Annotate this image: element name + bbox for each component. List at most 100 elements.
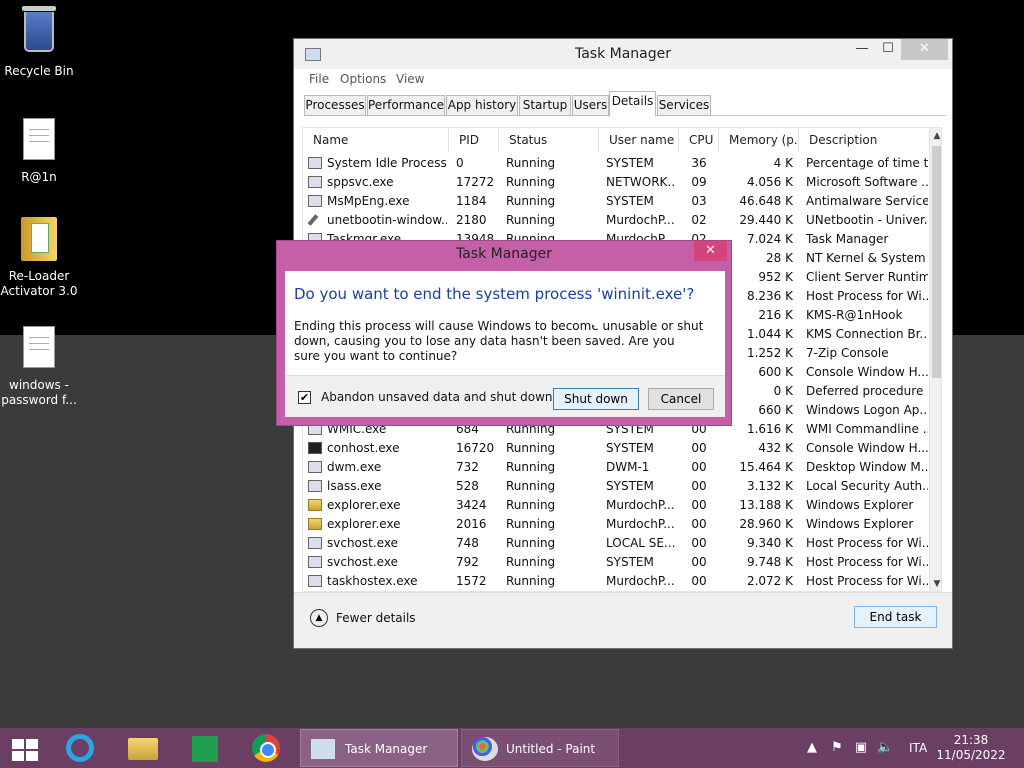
system-clock[interactable]: 21:38 11/05/2022 (936, 733, 1006, 763)
cell-name: MsMpEng.exe (327, 194, 410, 208)
cell-pid: 732 (456, 460, 479, 474)
taskbar-file-explorer[interactable] (114, 732, 168, 764)
chevron-up-icon[interactable]: ▲ (310, 609, 328, 627)
cell-status: Running (506, 517, 556, 531)
table-row[interactable]: explorer.exe 2016 Running MurdochP... 00 28.9… (303, 515, 929, 534)
task-manager-icon (311, 739, 335, 759)
table-row[interactable]: taskhostex.exe 1572 Running MurdochP... 00 2.… (303, 572, 929, 591)
table-row[interactable]: lsass.exe 528 Running SYSTEM 00 3.132 K Local … (303, 477, 929, 496)
dialog-close-button[interactable]: ✕ (694, 241, 727, 261)
desktop-icon-label: Re-Loader Activator 3.0 (0, 269, 78, 298)
cell-desc: Host Process for Wi... (806, 555, 928, 569)
cell-cpu: 36 (691, 156, 707, 170)
table-row[interactable]: dwm.exe 732 Running DWM-1 00 15.464 K Desktop … (303, 458, 929, 477)
dialog-body: Do you want to end the system process 'w… (285, 271, 725, 417)
menu-options[interactable]: Options (340, 72, 386, 86)
table-row[interactable]: svchost.exe 748 Running LOCAL SE... 00 9.340 … (303, 534, 929, 553)
cell-mem: 13.188 K (739, 498, 793, 512)
tab-services[interactable]: Services (657, 95, 711, 116)
cell-mem: 2.072 K (746, 574, 793, 588)
cell-pid: 16720 (456, 441, 495, 455)
scroll-thumb[interactable] (932, 146, 941, 378)
column-header-description[interactable]: Description (799, 128, 929, 152)
cell-pid: 3424 (456, 498, 487, 512)
tab-details[interactable]: Details (609, 91, 656, 117)
cell-desc: KMS-R@1nHook (806, 308, 903, 322)
taskbar-store[interactable] (176, 732, 230, 764)
scroll-up-arrow-icon[interactable]: ▲ (930, 129, 941, 143)
cell-user: SYSTEM (606, 555, 654, 569)
desktop-icon-recycle-bin[interactable]: Recycle Bin (0, 6, 78, 79)
table-row[interactable]: System Idle Process 0 Running SYSTEM 36 4 K Pe… (303, 154, 929, 173)
clock-time: 21:38 (953, 733, 989, 747)
input-language[interactable]: ITA (909, 728, 927, 768)
chrome-icon (252, 734, 280, 762)
action-center-flag-icon[interactable]: ⚑ (829, 740, 845, 756)
tab-performance[interactable]: Performance (367, 95, 445, 116)
abandon-data-checkbox[interactable]: ✔ (298, 391, 311, 404)
desktop-icon-label: windows - password f... (1, 378, 77, 407)
desktop-icon-r1n[interactable]: R@1n (0, 115, 78, 185)
cell-name: conhost.exe (327, 441, 400, 455)
process-window-icon (308, 195, 322, 207)
tab-processes[interactable]: Processes (304, 95, 366, 116)
tab-app-history[interactable]: App history (446, 95, 518, 116)
show-hidden-icons-chevron-icon[interactable]: ▲ (804, 740, 820, 756)
cell-mem: 4.056 K (746, 175, 793, 189)
table-row[interactable]: svchost.exe 792 Running SYSTEM 00 9.748 K Host… (303, 553, 929, 572)
fewer-details-link[interactable]: Fewer details (336, 611, 416, 625)
table-row[interactable]: explorer.exe 3424 Running MurdochP... 00 13.1… (303, 496, 929, 515)
title-bar[interactable]: Task Manager — ☐ ✕ (294, 39, 952, 69)
desktop-icon-windows-password[interactable]: windows - password f... (0, 323, 78, 408)
tab-users[interactable]: Users (572, 95, 609, 116)
shut-down-button[interactable]: Shut down (553, 388, 639, 410)
cell-cpu: 00 (691, 555, 707, 569)
volume-muted-icon[interactable]: 🔈 (877, 740, 893, 756)
cell-user: MurdochP... (606, 213, 675, 227)
recycle-bin-icon (19, 6, 59, 60)
desktop-icon-reloader[interactable]: Re-Loader Activator 3.0 (0, 215, 78, 299)
cell-name: unetbootin-window... (327, 213, 447, 227)
process-window-icon (308, 157, 322, 169)
menu-file[interactable]: File (309, 72, 329, 86)
network-icon[interactable]: ▣ (853, 740, 869, 756)
cell-name: taskhostex.exe (327, 574, 418, 588)
tab-strip: Processes Performance App history Startu… (304, 91, 946, 117)
table-row[interactable]: conhost.exe 16720 Running SYSTEM 00 432 K Cons… (303, 439, 929, 458)
table-row[interactable]: unetbootin-window... 2180 Running MurdochP.… (303, 211, 929, 230)
cell-desc: Deferred procedure ... (806, 384, 928, 398)
scroll-down-arrow-icon[interactable]: ▼ (930, 577, 941, 591)
cell-pid: 1572 (456, 574, 487, 588)
abandon-data-label[interactable]: Abandon unsaved data and shut down. (321, 390, 556, 404)
cell-desc: Percentage of time t... (806, 156, 928, 170)
cell-user: LOCAL SE... (606, 536, 676, 550)
column-header-memory[interactable]: Memory (p... (719, 128, 799, 152)
cell-name: svchost.exe (327, 555, 398, 569)
column-header-status[interactable]: Status (499, 128, 599, 152)
tab-startup[interactable]: Startup (519, 95, 571, 116)
column-header-user-name[interactable]: User name (599, 128, 679, 152)
cell-status: Running (506, 555, 556, 569)
end-task-button[interactable]: End task (854, 606, 937, 628)
process-folder-icon (308, 518, 322, 530)
column-header-pid[interactable]: PID (449, 128, 499, 152)
dialog-heading: Do you want to end the system process 'w… (294, 285, 695, 303)
taskbar-task-manager[interactable]: Task Manager (300, 729, 458, 767)
start-button[interactable] (0, 732, 50, 764)
taskbar-internet-explorer[interactable] (52, 732, 106, 764)
close-button[interactable]: ✕ (901, 39, 948, 60)
column-header-name[interactable]: Name (303, 128, 449, 152)
table-row[interactable]: sppsvc.exe 17272 Running NETWORK... 09 4.056 … (303, 173, 929, 192)
cell-desc: UNetbootin - Univer... (806, 213, 928, 227)
process-console-icon (308, 442, 322, 454)
cancel-button[interactable]: Cancel (648, 388, 714, 410)
menu-view[interactable]: View (396, 72, 424, 86)
taskbar-chrome[interactable] (238, 732, 292, 764)
table-row[interactable]: MsMpEng.exe 1184 Running SYSTEM 03 46.648 K An… (303, 192, 929, 211)
taskbar-paint[interactable]: Untitled - Paint (461, 729, 619, 767)
file-explorer-icon (128, 738, 158, 760)
column-header-cpu[interactable]: CPU (679, 128, 719, 152)
document-icon (19, 118, 59, 166)
vertical-scrollbar[interactable]: ▲ ▼ (929, 128, 941, 591)
cell-status: Running (506, 479, 556, 493)
